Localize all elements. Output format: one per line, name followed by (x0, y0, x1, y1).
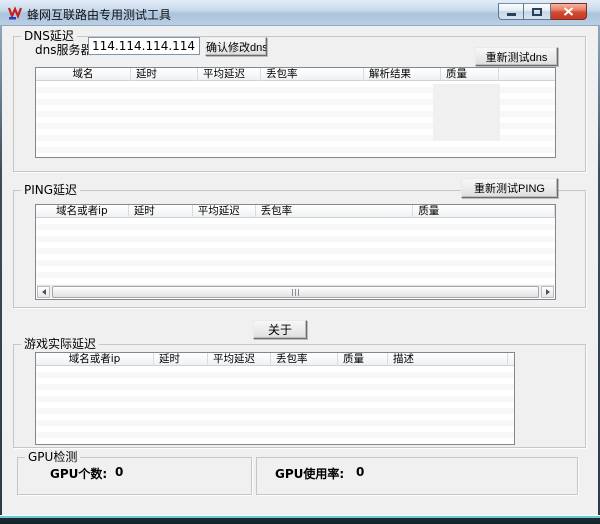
window-frame-bottom (0, 515, 600, 524)
dns-table: 域名延时平均延迟丢包率解析结果质量 (35, 67, 556, 158)
column-header-1[interactable]: 域名 (36, 68, 131, 81)
close-button[interactable] (551, 3, 587, 20)
close-icon (563, 7, 574, 16)
maximize-button[interactable] (524, 3, 551, 20)
column-header-4[interactable]: 丢包率 (256, 205, 414, 218)
titlebar[interactable]: 蜂网互联路由专用测试工具 (0, 0, 600, 26)
game-group-title: 游戏实际延迟 (21, 337, 99, 351)
window-controls (498, 3, 587, 20)
column-header-6[interactable]: 质量 (441, 68, 499, 81)
scroll-right-arrow[interactable] (541, 286, 554, 298)
column-header-1[interactable]: 域名或者ip (36, 353, 154, 366)
retest-dns-button[interactable]: 重新测试dns (475, 47, 558, 66)
dns-server-label: dns服务器 (35, 41, 92, 58)
game-table-header: 域名或者ip延时平均延迟丢包率质量描述 (36, 353, 514, 366)
gpu-count-value: 0 (115, 465, 123, 479)
gpu-count-label: GPU个数: (50, 465, 107, 482)
column-header-2[interactable]: 延时 (131, 68, 198, 81)
window-frame-left (0, 26, 2, 524)
scrollbar-grip-icon (292, 289, 300, 296)
ping-table: 域名或者ip延时平均延迟丢包率质量 (35, 204, 556, 300)
about-button[interactable]: 关于 (253, 320, 307, 339)
ping-table-body[interactable] (36, 218, 555, 286)
minimize-button[interactable] (498, 3, 524, 20)
column-header-2[interactable]: 延时 (154, 353, 208, 366)
retest-ping-button[interactable]: 重新测试PING (461, 178, 558, 198)
ping-table-header: 域名或者ip延时平均延迟丢包率质量 (36, 205, 555, 218)
column-header-2[interactable]: 延时 (129, 205, 193, 218)
game-table: 域名或者ip延时平均延迟丢包率质量描述 (35, 352, 515, 445)
minimize-icon (507, 13, 516, 16)
column-header-3[interactable]: 平均延迟 (198, 68, 261, 81)
left-arrow-icon (42, 289, 46, 295)
window-title: 蜂网互联路由专用测试工具 (27, 6, 171, 23)
dns-table-artifact (433, 84, 500, 141)
dns-server-input[interactable] (88, 37, 200, 55)
scrollbar-thumb[interactable] (52, 286, 539, 298)
game-table-body[interactable] (36, 366, 514, 444)
gpu-usage-value: 0 (356, 465, 364, 479)
gpu-group-title: GPU检测 (25, 450, 80, 464)
dns-table-body[interactable] (36, 81, 555, 157)
confirm-dns-button[interactable]: 确认修改dns (205, 37, 267, 56)
ping-group-title: PING延迟 (21, 183, 80, 197)
scroll-left-arrow[interactable] (37, 286, 50, 298)
column-header-3[interactable]: 平均延迟 (208, 353, 271, 366)
app-icon (7, 5, 23, 21)
column-header-1[interactable]: 域名或者ip (36, 205, 129, 218)
column-header-6[interactable]: 描述 (388, 353, 508, 366)
app-window: 蜂网互联路由专用测试工具 DNS延迟 dns服务器 确认修改dns 重新测试dn… (0, 0, 600, 524)
column-header-4[interactable]: 丢包率 (271, 353, 338, 366)
ping-table-hscrollbar[interactable] (37, 285, 554, 298)
column-header-3[interactable]: 平均延迟 (193, 205, 256, 218)
column-header-4[interactable]: 丢包率 (261, 68, 364, 81)
column-header-5[interactable]: 质量 (413, 205, 555, 218)
dns-table-header: 域名延时平均延迟丢包率解析结果质量 (36, 68, 555, 81)
column-header-5[interactable]: 质量 (338, 353, 388, 366)
maximize-icon (532, 8, 542, 16)
column-header-5[interactable]: 解析结果 (364, 68, 441, 81)
gpu-usage-label: GPU使用率: (275, 465, 344, 482)
right-arrow-icon (546, 289, 550, 295)
